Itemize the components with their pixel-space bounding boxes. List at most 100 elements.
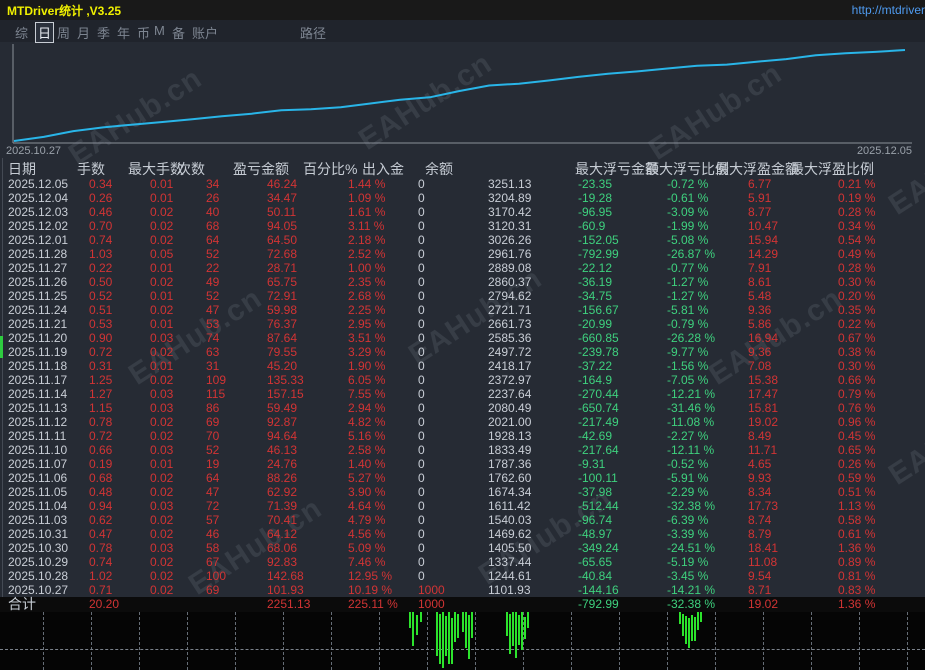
cell-profit: 94.05: [267, 219, 298, 233]
cell-percent: 3.90 %: [348, 485, 386, 499]
table-row[interactable]: 2025.11.10 0.66 0.03 52 46.13 2.58 % 0 1833.49 -…: [0, 443, 925, 457]
cell-in-out: 0: [418, 415, 425, 429]
menu-item-4[interactable]: 月: [77, 23, 90, 42]
cell-max-floating-profit-pct: 0.76 %: [838, 401, 876, 415]
column-header-max-lots[interactable]: 最大手数: [128, 159, 184, 179]
column-header-max-floating-profit[interactable]: 最大浮盈金额: [715, 159, 799, 179]
cell-trades: 64: [206, 471, 220, 485]
cell-profit: 94.64: [267, 429, 298, 443]
cell-max-floating-loss-pct: -31.46 %: [667, 401, 716, 415]
cell-balance: 2497.72: [488, 345, 532, 359]
column-header-lots[interactable]: 手数: [77, 159, 105, 179]
cell-percent: 10.19 %: [348, 583, 393, 597]
table-row[interactable]: 2025.11.13 1.15 0.03 86 59.49 2.94 % 0 2080.49 -…: [0, 401, 925, 415]
table-row[interactable]: 2025.11.03 0.62 0.02 57 70.41 4.79 % 0 1540.03 -…: [0, 513, 925, 527]
menu-item-8[interactable]: M: [154, 23, 165, 38]
menu-item-11[interactable]: 路径: [300, 23, 326, 42]
table-row[interactable]: 2025.11.28 1.03 0.05 52 72.68 2.52 % 0 2961.76 -…: [0, 247, 925, 261]
cell-max-floating-loss-pct: -3.45 %: [667, 569, 709, 583]
cell-lots: 0.78: [89, 541, 113, 555]
menu-item-7[interactable]: 币: [137, 23, 150, 42]
table-row[interactable]: 2025.12.04 0.26 0.01 26 34.47 1.09 % 0 3204.89 -…: [0, 191, 925, 205]
menu-item-6[interactable]: 年: [117, 23, 130, 42]
table-row[interactable]: 2025.10.30 0.78 0.03 58 68.06 5.09 % 0 1405.50 -…: [0, 541, 925, 555]
histogram-bar: [420, 612, 422, 622]
table-row[interactable]: 2025.10.28 1.02 0.02 100 142.68 12.95 % 0 1244.…: [0, 569, 925, 583]
table-row[interactable]: 2025.11.27 0.22 0.01 22 28.71 1.00 % 0 2889.08 -…: [0, 261, 925, 275]
menu-item-9[interactable]: 备: [172, 23, 185, 42]
table-row[interactable]: 2025.11.24 0.51 0.02 47 59.98 2.25 % 0 2721.71 -…: [0, 303, 925, 317]
table-row[interactable]: 2025.11.07 0.19 0.01 19 24.76 1.40 % 0 1787.36 -…: [0, 457, 925, 471]
table-row[interactable]: 2025.11.26 0.50 0.02 49 65.75 2.35 % 0 2860.37 -…: [0, 275, 925, 289]
cell-max-floating-profit-pct: 0.51 %: [838, 485, 876, 499]
table-row[interactable]: 2025.11.06 0.68 0.02 64 88.26 5.27 % 0 1762.60 -…: [0, 471, 925, 485]
grid-line-vertical: [763, 612, 764, 670]
cell-balance: 1540.03: [488, 513, 532, 527]
table-row[interactable]: 2025.11.17 1.25 0.02 109 135.33 6.05 % 0 2372.9…: [0, 373, 925, 387]
table-row[interactable]: 2025.11.25 0.52 0.01 52 72.91 2.68 % 0 2794.62 -…: [0, 289, 925, 303]
cell-balance: 1762.60: [488, 471, 532, 485]
cell-profit: 46.24: [267, 177, 298, 191]
table-row[interactable]: 2025.11.21 0.53 0.01 53 76.37 2.95 % 0 2661.73 -…: [0, 317, 925, 331]
cell-max-floating-profit: 7.91: [748, 261, 772, 275]
cell-max-floating-profit: 5.86: [748, 317, 772, 331]
cell-lots: 0.34: [89, 177, 113, 191]
cell-balance: 2661.73: [488, 317, 532, 331]
bottom-histogram-chart: [0, 612, 925, 670]
table-row[interactable]: 2025.11.12 0.78 0.02 69 92.87 4.82 % 0 2021.00 -…: [0, 415, 925, 429]
column-header-balance[interactable]: 余额: [425, 159, 453, 179]
cell-max-floating-loss-pct: -12.21 %: [667, 387, 716, 401]
grid-line-vertical: [811, 612, 812, 670]
cell-lots: 0.72: [89, 429, 113, 443]
cell-in-out: 0: [418, 247, 425, 261]
table-row[interactable]: 2025.12.02 0.70 0.02 68 94.05 3.11 % 0 3120.31 -…: [0, 219, 925, 233]
table-row[interactable]: 2025.12.05 0.34 0.01 34 46.24 1.44 % 0 3251.13 -…: [0, 177, 925, 191]
table-row[interactable]: 2025.11.19 0.72 0.02 63 79.55 3.29 % 0 2497.72 -…: [0, 345, 925, 359]
cell-trades: 52: [206, 289, 220, 303]
column-header-profit[interactable]: 盈亏金额: [233, 159, 289, 179]
total-max-floating-loss: -792.99: [578, 597, 619, 611]
table-row[interactable]: 2025.11.14 1.27 0.03 115 157.15 7.55 % 0 2237.6…: [0, 387, 925, 401]
table-row[interactable]: 2025.10.27 0.71 0.02 69 101.93 10.19 % 1000 110…: [0, 583, 925, 597]
menu-item-2[interactable]: 日: [35, 22, 55, 43]
cell-in-out: 0: [418, 485, 425, 499]
cell-in-out: 0: [418, 303, 425, 317]
cell-max-floating-loss: -37.22: [578, 359, 613, 373]
table-row[interactable]: 2025.11.11 0.72 0.02 70 94.64 5.16 % 0 1928.13 -…: [0, 429, 925, 443]
table-row[interactable]: 2025.12.01 0.74 0.02 64 64.50 2.18 % 0 3026.26 -…: [0, 233, 925, 247]
table-row[interactable]: 2025.11.20 0.90 0.03 74 87.64 3.51 % 0 2585.36 -…: [0, 331, 925, 345]
total-percent: 225.11 %: [348, 597, 398, 611]
column-header-max-floating-profit-pct[interactable]: 最大浮盈比例: [790, 159, 874, 179]
histogram-bar: [688, 618, 690, 648]
cell-trades: 109: [206, 373, 227, 387]
table-row[interactable]: 2025.11.04 0.94 0.03 72 71.39 4.64 % 0 1611.42 -…: [0, 499, 925, 513]
column-header-percent[interactable]: 百分比%: [303, 159, 357, 179]
menu-item-5[interactable]: 季: [97, 23, 110, 42]
cell-profit: 64.50: [267, 233, 298, 247]
column-header-date[interactable]: 日期: [8, 159, 36, 179]
table-row[interactable]: 2025.11.05 0.48 0.02 47 62.92 3.90 % 0 1674.34 -…: [0, 485, 925, 499]
cell-date: 2025.11.07: [8, 457, 68, 471]
website-link[interactable]: http://mtdriver: [852, 3, 925, 17]
cell-max-floating-loss-pct: -5.81 %: [667, 303, 709, 317]
cell-max-floating-loss-pct: -0.72 %: [667, 177, 709, 191]
histogram-bar: [682, 614, 684, 636]
table-row[interactable]: 2025.10.31 0.47 0.02 46 64.12 4.56 % 0 1469.62 -…: [0, 527, 925, 541]
cell-max-floating-profit-pct: 0.35 %: [838, 303, 876, 317]
menu-item-1[interactable]: 综: [15, 23, 28, 42]
histogram-bar: [442, 612, 444, 668]
menu-item-3[interactable]: 周: [57, 23, 70, 42]
table-row[interactable]: 2025.11.18 0.31 0.01 31 45.20 1.90 % 0 2418.17 -…: [0, 359, 925, 373]
histogram-bar: [679, 612, 681, 624]
column-header-in-out[interactable]: 出入金: [362, 159, 404, 179]
column-header-trades[interactable]: 次数: [177, 159, 205, 179]
cell-trades: 22: [206, 261, 220, 275]
table-row[interactable]: 2025.12.03 0.46 0.02 40 50.11 1.61 % 0 3170.42 -…: [0, 205, 925, 219]
menu-item-10[interactable]: 账户: [192, 23, 218, 42]
total-in-out: 1000: [418, 597, 445, 611]
histogram-bar: [409, 612, 411, 628]
cell-max-lots: 0.01: [150, 289, 174, 303]
cell-trades: 58: [206, 541, 220, 555]
cell-profit: 50.11: [267, 205, 297, 219]
table-row[interactable]: 2025.10.29 0.74 0.02 67 92.83 7.46 % 0 1337.44 -…: [0, 555, 925, 569]
